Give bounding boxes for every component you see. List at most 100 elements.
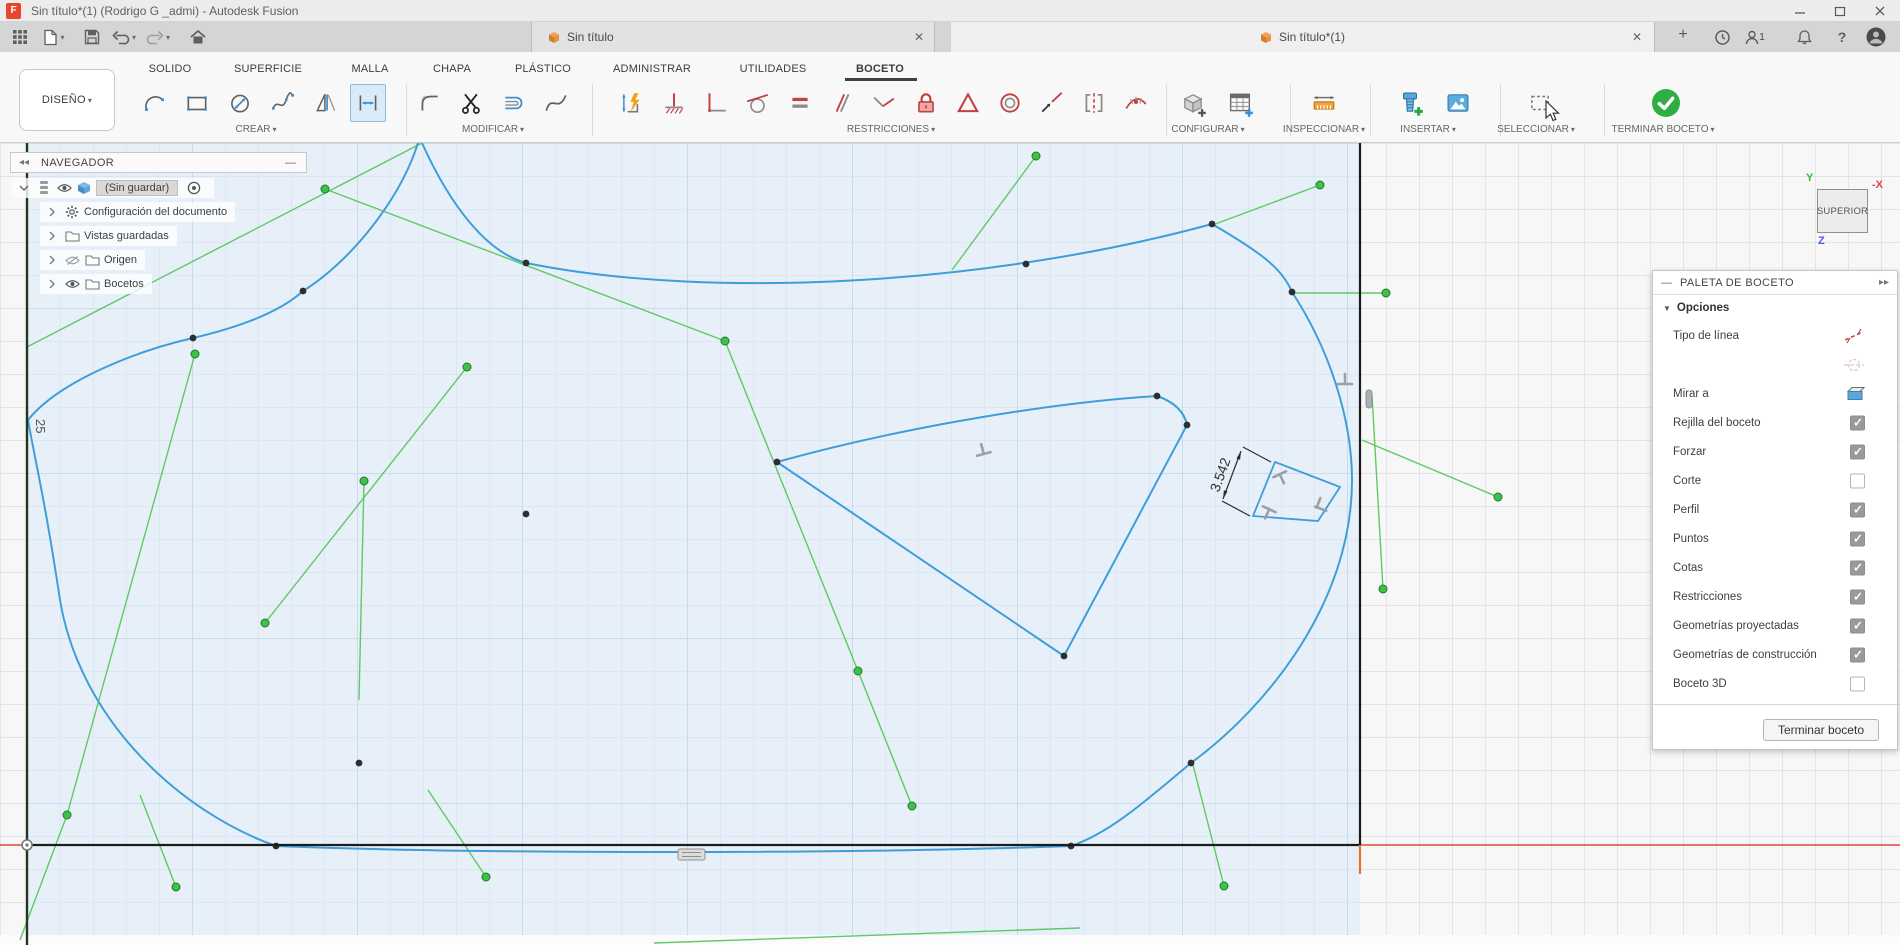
- navigator-item-origen[interactable]: Origen: [40, 250, 146, 270]
- checkbox-perfil[interactable]: [1850, 502, 1865, 517]
- offset-tool[interactable]: [496, 84, 532, 122]
- centerline-linetype-icon[interactable]: [1843, 356, 1865, 374]
- chevron-right-icon[interactable]: [44, 276, 60, 292]
- parameters-table-tool[interactable]: [1222, 84, 1258, 122]
- equal-constraint[interactable]: [782, 84, 818, 122]
- curve-tool[interactable]: [538, 84, 574, 122]
- spline-tool[interactable]: [265, 84, 301, 122]
- constraint-glyphs[interactable]: [974, 372, 1354, 521]
- sketch-splines[interactable]: [26, 143, 1354, 853]
- navigator-header[interactable]: ◂◂ NAVEGADOR —: [10, 152, 307, 173]
- tab-close-icon[interactable]: ✕: [914, 30, 924, 44]
- group-label-terminar-boceto[interactable]: TERMINAR BOCETO: [1611, 124, 1714, 135]
- insert-image-tool[interactable]: [1440, 84, 1476, 122]
- checkbox-geometrias-construccion[interactable]: [1850, 647, 1865, 662]
- sketch-geometry[interactable]: 25 3.542: [0, 143, 1900, 945]
- checkbox-corte[interactable]: [1850, 473, 1865, 488]
- two-point-arc-tool[interactable]: [137, 84, 173, 122]
- trim-scissors-tool[interactable]: [454, 84, 490, 122]
- finish-sketch-button[interactable]: [1648, 84, 1684, 122]
- home-icon[interactable]: [186, 25, 210, 49]
- new-component-tool[interactable]: [1175, 84, 1211, 122]
- group-label-seleccionar[interactable]: SELECCIONAR: [1497, 124, 1575, 135]
- checkbox-puntos[interactable]: [1850, 531, 1865, 546]
- checkbox-rejilla[interactable]: [1850, 415, 1865, 430]
- fillet-tool[interactable]: [412, 84, 448, 122]
- look-at-icon[interactable]: [1845, 385, 1865, 402]
- curvature-constraint[interactable]: [1118, 84, 1154, 122]
- group-label-inspeccionar[interactable]: INSPECCIONAR: [1283, 124, 1365, 135]
- eye-icon[interactable]: [56, 180, 72, 196]
- minimize-button[interactable]: [1780, 0, 1820, 22]
- tab-close-icon[interactable]: ✕: [1632, 30, 1642, 44]
- help-icon[interactable]: ?: [1830, 25, 1854, 49]
- navigator-minimize-icon[interactable]: —: [285, 157, 296, 169]
- ribbon-tab-boceto-active[interactable]: BOCETO: [856, 63, 904, 75]
- checkbox-forzar[interactable]: [1850, 444, 1865, 459]
- group-label-modificar[interactable]: MODIFICAR: [462, 124, 524, 135]
- notification-bell-icon[interactable]: [1792, 25, 1816, 49]
- undo-icon[interactable]: [112, 25, 136, 49]
- checkbox-restricciones[interactable]: [1850, 589, 1865, 604]
- job-status-icon[interactable]: [1710, 25, 1734, 49]
- extension-count-icon[interactable]: 1: [1740, 25, 1770, 49]
- navigator-collapse-icon[interactable]: ◂◂: [19, 157, 29, 168]
- mirror-tool[interactable]: [308, 84, 344, 122]
- handle-glyph[interactable]: [1365, 389, 1373, 409]
- tangent-constraint[interactable]: [740, 84, 776, 122]
- redo-icon[interactable]: [146, 25, 170, 49]
- document-tab-2-active[interactable]: Sin título*(1) ✕: [951, 22, 1655, 52]
- symmetry-constraint[interactable]: [866, 84, 902, 122]
- palette-minimize-icon[interactable]: —: [1661, 277, 1672, 289]
- ribbon-tab-chapa[interactable]: CHAPA: [433, 63, 471, 75]
- chevron-right-icon[interactable]: [44, 204, 60, 220]
- ribbon-tab-malla[interactable]: MALLA: [351, 63, 388, 75]
- group-label-configurar[interactable]: CONFIGURAR: [1171, 124, 1244, 135]
- palette-dock-icon[interactable]: ▸▸: [1879, 277, 1889, 288]
- control-points[interactable]: [62, 151, 1503, 892]
- insert-fastener-tool[interactable]: [1392, 84, 1428, 122]
- new-tab-button[interactable]: +: [1672, 26, 1694, 44]
- group-label-restricciones[interactable]: RESTRICCIONES: [847, 124, 935, 135]
- user-avatar[interactable]: [1864, 25, 1888, 49]
- ribbon-tab-administrar[interactable]: ADMINISTRAR: [613, 63, 691, 75]
- checkbox-boceto-3d[interactable]: [1850, 676, 1865, 691]
- vertical-horizontal-constraint[interactable]: [656, 84, 692, 122]
- origin-point[interactable]: [21, 839, 33, 851]
- collinear-constraint[interactable]: [1034, 84, 1070, 122]
- ribbon-tab-solido[interactable]: SOLIDO: [149, 63, 192, 75]
- circle-diameter-tool[interactable]: [222, 84, 258, 122]
- fix-lock-constraint[interactable]: [908, 84, 944, 122]
- root-document-label[interactable]: (Sin guardar): [96, 180, 179, 196]
- rectangle-tool[interactable]: [179, 84, 215, 122]
- checkbox-geometrias-proyectadas[interactable]: [1850, 618, 1865, 633]
- checkbox-cotas[interactable]: [1850, 560, 1865, 575]
- save-icon[interactable]: [80, 25, 104, 49]
- navigator-item-bocetos[interactable]: Bocetos: [40, 274, 152, 294]
- measure-tool[interactable]: [1306, 84, 1342, 122]
- radio-active-icon[interactable]: [186, 180, 202, 196]
- concentric-constraint[interactable]: [992, 84, 1028, 122]
- perpendicular-constraint[interactable]: [698, 84, 734, 122]
- document-tab-1[interactable]: Sin título ✕: [531, 22, 935, 52]
- palette-section-opciones[interactable]: ▼ Opciones: [1653, 295, 1897, 321]
- ribbon-tab-plastico[interactable]: PLÁSTICO: [515, 63, 571, 75]
- maximize-button[interactable]: [1820, 0, 1860, 22]
- file-menu-icon[interactable]: [42, 25, 66, 49]
- dimension-constraint-tool[interactable]: [614, 84, 650, 122]
- workspace-selector[interactable]: DISEÑO: [19, 69, 115, 131]
- app-grid-icon[interactable]: [8, 25, 32, 49]
- chevron-right-icon[interactable]: [44, 228, 60, 244]
- navigator-item-vistas[interactable]: Vistas guardadas: [40, 226, 177, 246]
- navigator-root-item[interactable]: (Sin guardar): [12, 178, 215, 198]
- construction-linetype-icon[interactable]: [1843, 327, 1865, 345]
- dimension-value[interactable]: 3.542: [1207, 455, 1234, 494]
- terminar-boceto-button[interactable]: Terminar boceto: [1762, 719, 1879, 741]
- eye-hidden-icon[interactable]: [64, 252, 80, 268]
- group-label-crear[interactable]: CREAR: [235, 124, 276, 135]
- midpoint-constraint[interactable]: [1076, 84, 1112, 122]
- triangle-constraint-icon[interactable]: [950, 84, 986, 122]
- ribbon-tab-superficie[interactable]: SUPERFICIE: [234, 63, 302, 75]
- chevron-down-icon[interactable]: [16, 180, 32, 196]
- construction-lines[interactable]: [19, 143, 1499, 944]
